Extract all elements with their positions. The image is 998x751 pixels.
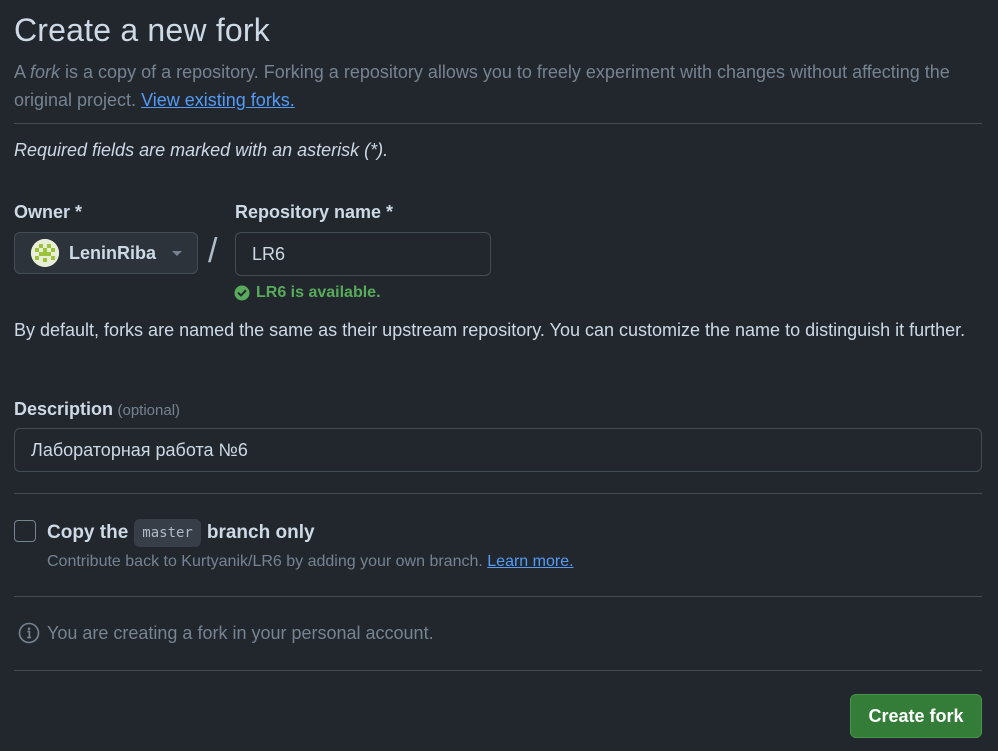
contribute-note: Contribute back to Kurtyanik/LR6 by addi…	[47, 553, 574, 571]
owner-name: LeninRiba	[69, 242, 157, 263]
divider	[14, 596, 982, 597]
personal-account-note: You are creating a fork in your personal…	[18, 622, 434, 644]
owner-select[interactable]: LeninRiba	[14, 232, 198, 274]
copy-branch-prefix: Copy the	[47, 522, 129, 543]
copy-branch-checkbox[interactable]	[14, 520, 36, 542]
check-circle-icon	[234, 285, 250, 301]
description-label-row: Description (optional)	[14, 399, 180, 420]
slash-separator: /	[208, 232, 218, 270]
description-input[interactable]	[14, 428, 982, 472]
intro-text: A fork is a copy of a repository. Forkin…	[14, 58, 974, 114]
divider	[14, 670, 982, 671]
availability-text: LR6 is available.	[256, 284, 381, 301]
chevron-down-icon	[172, 250, 183, 256]
divider	[14, 123, 982, 124]
learn-more-link[interactable]: Learn more.	[487, 553, 573, 570]
personal-account-text: You are creating a fork in your personal…	[47, 622, 434, 643]
page-title: Create a new fork	[14, 12, 270, 48]
create-fork-button[interactable]: Create fork	[850, 694, 982, 738]
default-naming-note: By default, forks are named the same as …	[14, 320, 966, 340]
view-existing-forks-link[interactable]: View existing forks.	[141, 90, 295, 110]
copy-branch-label[interactable]: Copy the master branch only	[47, 519, 315, 547]
branch-name-code: master	[134, 519, 201, 547]
copy-branch-suffix: branch only	[206, 522, 315, 543]
owner-label: Owner *	[14, 202, 83, 222]
description-label: Description	[14, 399, 114, 419]
contribute-text: Contribute back to Kurtyanik/LR6 by addi…	[47, 553, 483, 570]
required-fields-note: Required fields are marked with an aster…	[14, 140, 389, 160]
availability-status: LR6 is available.	[234, 284, 381, 302]
repository-name-input[interactable]	[235, 232, 491, 276]
optional-tag: (optional)	[117, 402, 181, 419]
intro-fork-word: fork	[30, 62, 61, 82]
info-icon	[18, 622, 40, 644]
avatar	[31, 239, 59, 267]
divider	[14, 493, 982, 494]
intro-prefix: A	[14, 62, 31, 82]
repository-name-label: Repository name *	[235, 202, 394, 222]
